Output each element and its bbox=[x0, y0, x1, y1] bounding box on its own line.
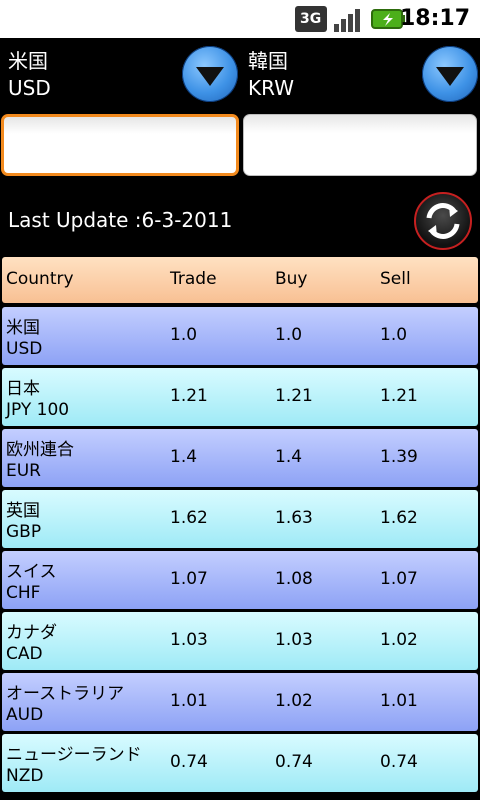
trade-rate: 1.07 bbox=[170, 569, 208, 589]
chevron-down-icon bbox=[196, 67, 224, 86]
country-name: 英国 bbox=[6, 501, 40, 521]
to-currency-dropdown-button[interactable] bbox=[422, 46, 478, 102]
buy-rate: 1.63 bbox=[275, 508, 313, 528]
trade-rate: 0.74 bbox=[170, 752, 208, 772]
from-currency: 米国 USD bbox=[8, 48, 51, 102]
sell-rate: 1.01 bbox=[380, 691, 418, 711]
trade-rate: 1.03 bbox=[170, 630, 208, 650]
buy-rate: 1.08 bbox=[275, 569, 313, 589]
sell-rate: 0.74 bbox=[380, 752, 418, 772]
refresh-icon bbox=[426, 203, 460, 239]
sell-rate: 1.62 bbox=[380, 508, 418, 528]
currency-code: AUD bbox=[6, 705, 44, 725]
sell-rate: 1.39 bbox=[380, 447, 418, 467]
from-currency-dropdown-button[interactable] bbox=[182, 46, 238, 102]
refresh-button[interactable] bbox=[414, 192, 472, 250]
currency-code: CAD bbox=[6, 644, 43, 664]
to-amount-field-box bbox=[243, 114, 477, 176]
currency-code: NZD bbox=[6, 766, 44, 786]
to-amount-input[interactable] bbox=[244, 115, 476, 175]
trade-rate: 1.4 bbox=[170, 447, 198, 467]
to-currency-name: 韓国 bbox=[248, 49, 288, 73]
table-row[interactable]: カナダ CAD 1.03 1.03 1.02 bbox=[2, 612, 478, 670]
status-bar: 3G 18:17 bbox=[0, 0, 480, 38]
country-name: カナダ bbox=[6, 623, 57, 643]
chevron-down-icon bbox=[436, 67, 464, 86]
sell-rate: 1.07 bbox=[380, 569, 418, 589]
table-row[interactable]: 日本 JPY 100 1.21 1.21 1.21 bbox=[2, 368, 478, 426]
from-currency-name: 米国 bbox=[8, 49, 48, 73]
to-currency: 韓国 KRW bbox=[248, 48, 294, 102]
country-name: オーストラリア bbox=[6, 684, 125, 704]
country-name: スイス bbox=[6, 562, 57, 582]
from-amount-field-box bbox=[1, 114, 239, 176]
buy-rate: 1.4 bbox=[275, 447, 303, 467]
sell-rate: 1.02 bbox=[380, 630, 418, 650]
table-row[interactable]: 欧州連合 EUR 1.4 1.4 1.39 bbox=[2, 429, 478, 487]
buy-rate: 1.21 bbox=[275, 386, 313, 406]
buy-rate: 1.02 bbox=[275, 691, 313, 711]
sell-rate: 1.21 bbox=[380, 386, 418, 406]
trade-rate: 1.0 bbox=[170, 325, 198, 345]
table-row[interactable]: 英国 GBP 1.62 1.63 1.62 bbox=[2, 490, 478, 548]
country-name: 米国 bbox=[6, 318, 40, 338]
buy-rate: 1.03 bbox=[275, 630, 313, 650]
header-trade: Trade bbox=[170, 269, 217, 289]
clock: 18:17 bbox=[399, 6, 470, 31]
signal-icon bbox=[334, 9, 360, 32]
svg-text:3G: 3G bbox=[300, 11, 321, 27]
to-currency-code: KRW bbox=[248, 76, 294, 100]
header-sell: Sell bbox=[380, 269, 411, 289]
trade-rate: 1.62 bbox=[170, 508, 208, 528]
buy-rate: 0.74 bbox=[275, 752, 313, 772]
table-row[interactable]: ニュージーランド NZD 0.74 0.74 0.74 bbox=[2, 734, 478, 792]
currency-code: EUR bbox=[6, 461, 41, 481]
header-country: Country bbox=[6, 269, 74, 289]
from-currency-code: USD bbox=[8, 76, 51, 100]
currency-code: CHF bbox=[6, 583, 41, 603]
currency-code: USD bbox=[6, 339, 43, 359]
table-row[interactable]: オーストラリア AUD 1.01 1.02 1.01 bbox=[2, 673, 478, 731]
country-name: 日本 bbox=[6, 379, 40, 399]
country-name: ニュージーランド bbox=[6, 745, 142, 765]
table-row[interactable]: スイス CHF 1.07 1.08 1.07 bbox=[2, 551, 478, 609]
table-row[interactable]: 米国 USD 1.0 1.0 1.0 bbox=[2, 307, 478, 365]
currency-code: JPY 100 bbox=[6, 400, 70, 420]
buy-rate: 1.0 bbox=[275, 325, 303, 345]
currency-code: GBP bbox=[6, 522, 42, 542]
header-buy: Buy bbox=[275, 269, 308, 289]
last-update-label: Last Update :6-3-2011 bbox=[8, 208, 233, 232]
from-amount-input[interactable] bbox=[4, 117, 236, 173]
trade-rate: 1.21 bbox=[170, 386, 208, 406]
table-header: Country Trade Buy Sell bbox=[2, 257, 478, 303]
trade-rate: 1.01 bbox=[170, 691, 208, 711]
3g-icon: 3G bbox=[295, 6, 327, 32]
country-name: 欧州連合 bbox=[6, 440, 74, 460]
sell-rate: 1.0 bbox=[380, 325, 408, 345]
